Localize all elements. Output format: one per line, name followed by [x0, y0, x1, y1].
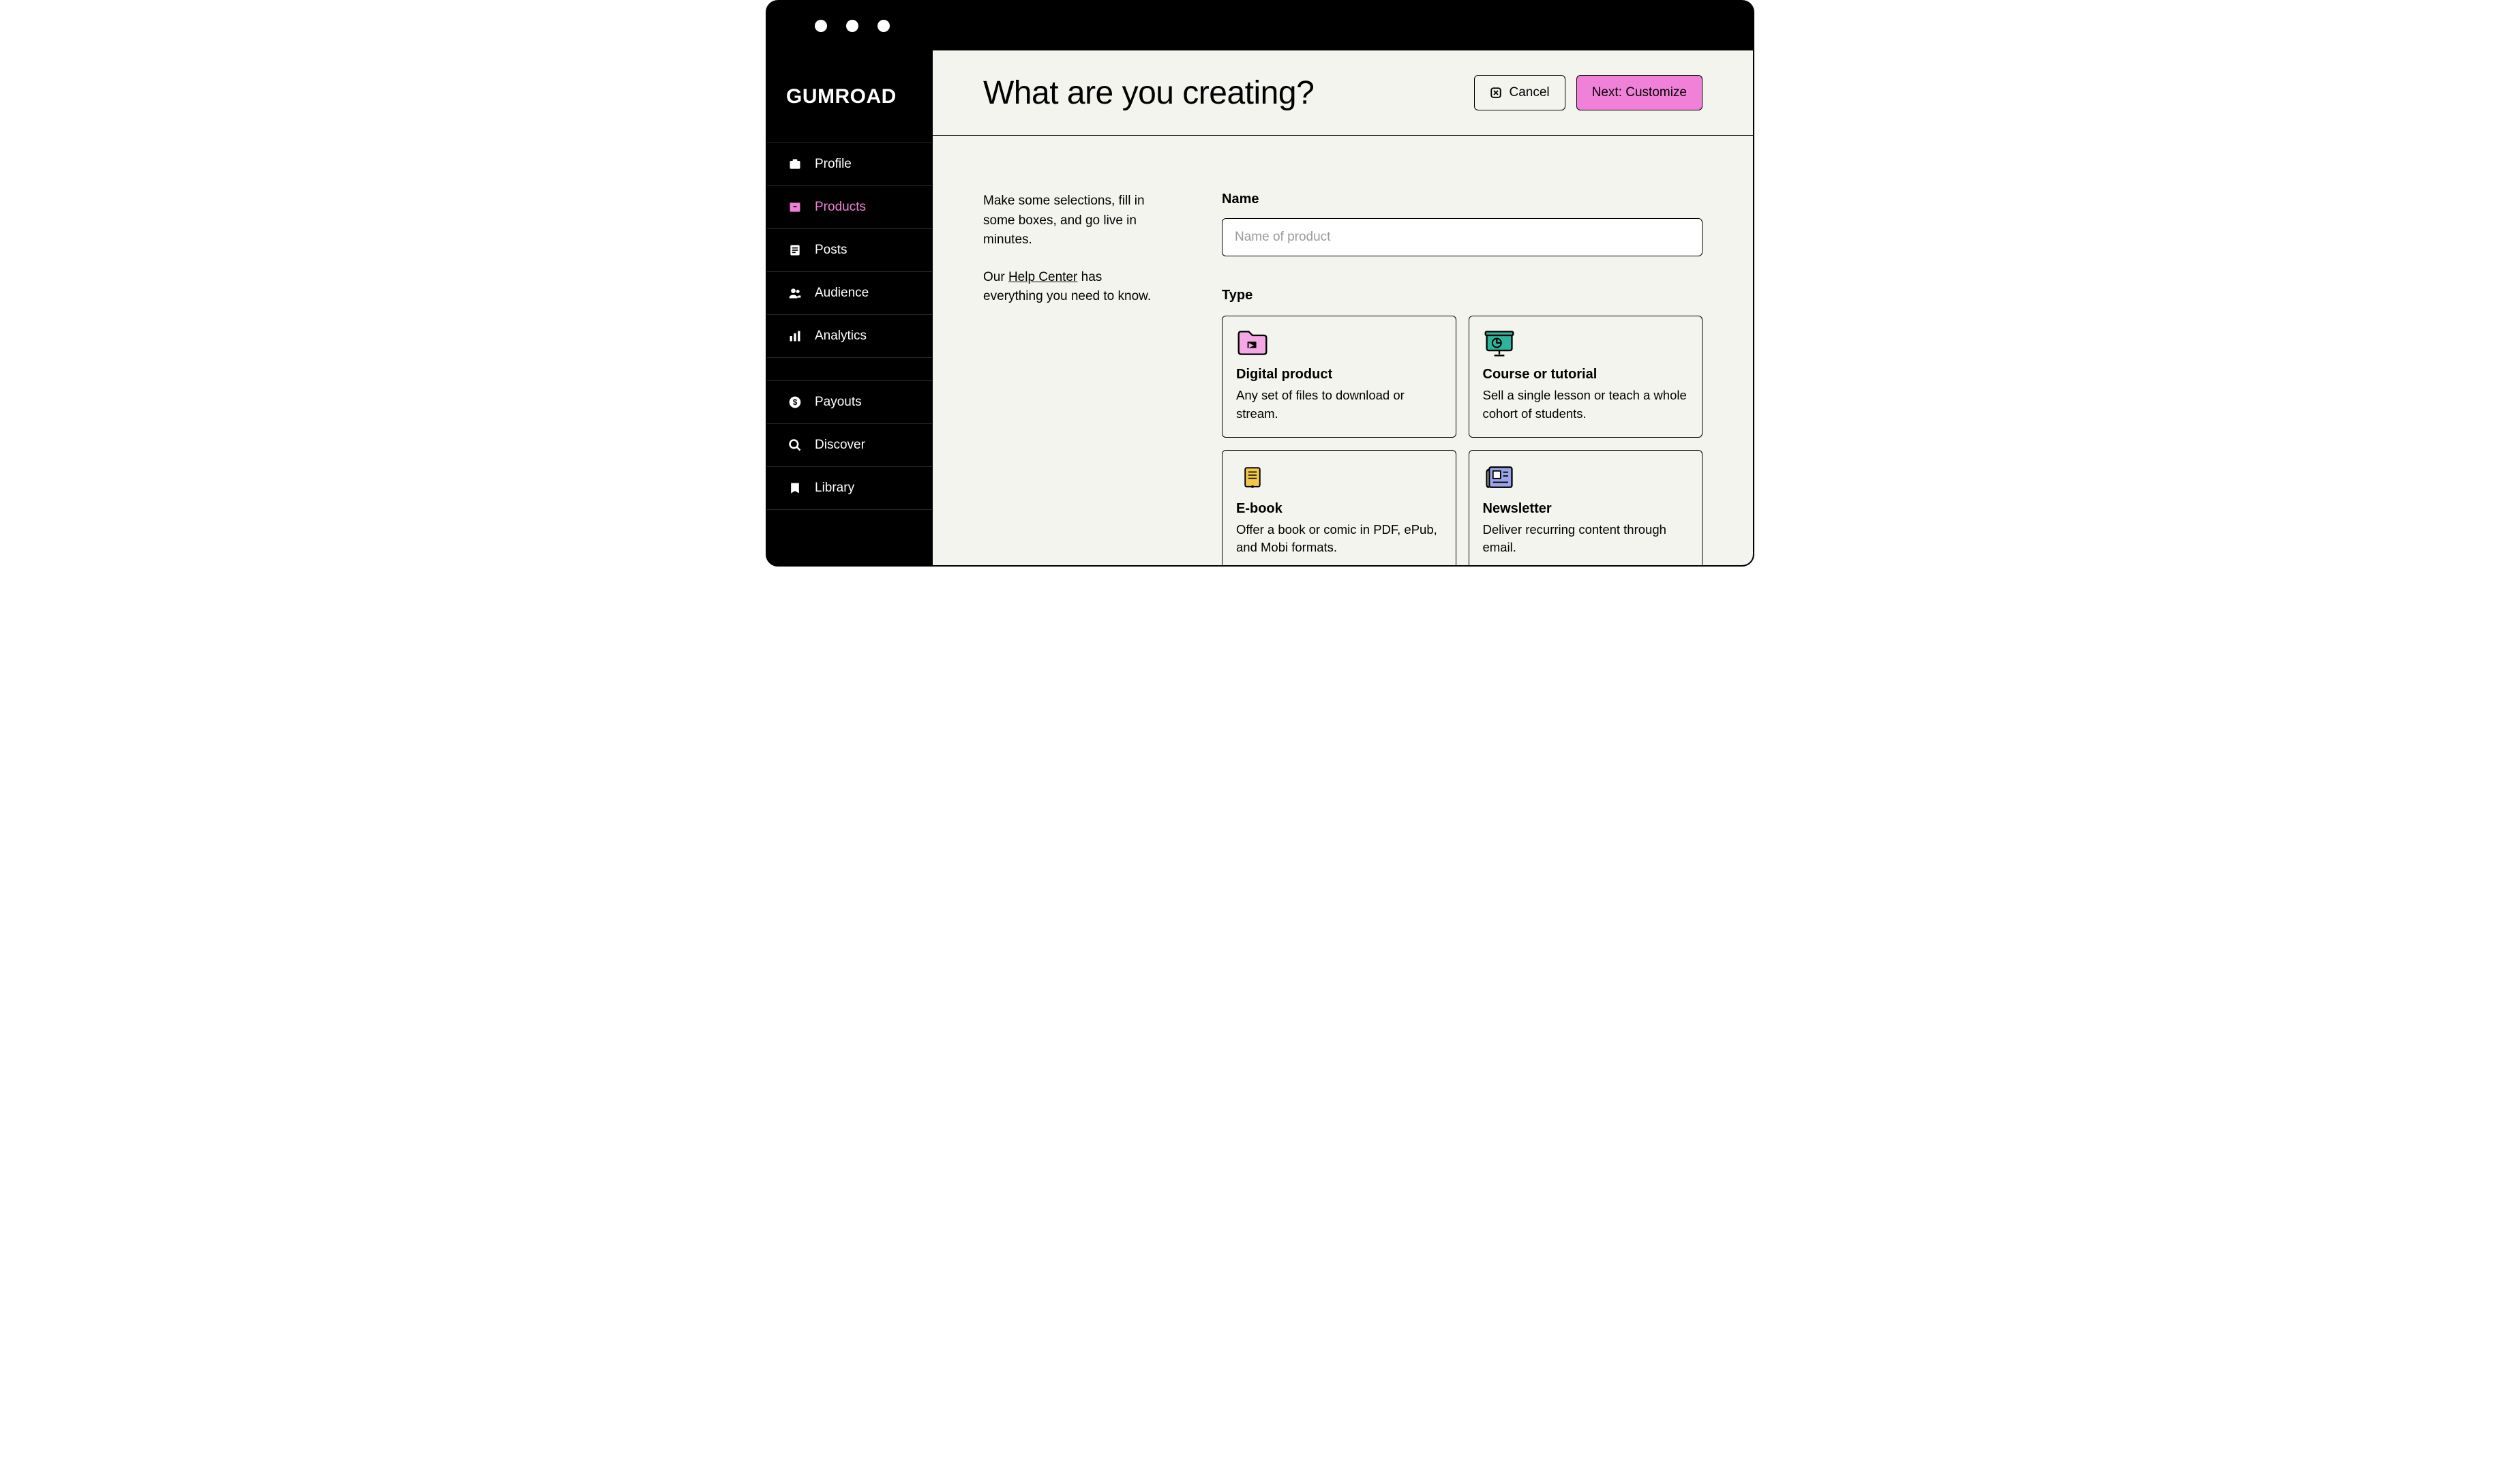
sidebar-item-label: Payouts — [815, 395, 862, 410]
cancel-icon — [1490, 87, 1502, 99]
type-card-course[interactable]: Course or tutorial Sell a single lesson … — [1469, 316, 1703, 438]
help-center-link[interactable]: Help Center — [1008, 270, 1077, 284]
type-card-desc: Sell a single lesson or teach a whole co… — [1483, 387, 1689, 423]
sidebar-nav: Profile Products Posts — [767, 142, 932, 510]
page-title: What are you creating? — [983, 74, 1314, 112]
payouts-icon: $ — [787, 395, 802, 410]
posts-icon — [787, 243, 802, 258]
sidebar-item-analytics[interactable]: Analytics — [767, 315, 932, 358]
analytics-icon — [787, 329, 802, 344]
intro-column: Make some selections, fill in some boxes… — [983, 192, 1160, 565]
header-actions: Cancel Next: Customize — [1474, 75, 1702, 110]
next-customize-button[interactable]: Next: Customize — [1576, 75, 1702, 110]
window-control-zoom[interactable] — [877, 20, 890, 32]
sidebar-item-payouts[interactable]: $ Payouts — [767, 381, 932, 424]
name-field-label: Name — [1222, 192, 1702, 207]
intro-text-2: Our Help Center has everything you need … — [983, 268, 1160, 307]
next-button-label: Next: Customize — [1592, 85, 1687, 100]
brand-logo: GUMROAD — [767, 50, 932, 142]
sidebar-item-posts[interactable]: Posts — [767, 229, 932, 272]
sidebar: GUMROAD Profile Products — [767, 50, 933, 565]
app-window: GUMROAD Profile Products — [766, 0, 1754, 567]
svg-text:$: $ — [793, 398, 798, 407]
type-card-desc: Any set of files to download or stream. — [1236, 387, 1442, 423]
content-area: Make some selections, fill in some boxes… — [933, 136, 1753, 565]
type-card-digital-product[interactable]: Digital product Any set of files to down… — [1222, 316, 1456, 438]
sidebar-item-discover[interactable]: Discover — [767, 424, 932, 467]
window-titlebar — [767, 1, 1753, 50]
type-section: Type Digital product — [1222, 288, 1702, 565]
sidebar-item-label: Products — [815, 200, 866, 215]
sidebar-spacer — [767, 358, 932, 381]
type-field-label: Type — [1222, 288, 1702, 303]
brand-text: GUMROAD — [786, 85, 897, 108]
type-card-title: Course or tutorial — [1483, 367, 1689, 382]
type-card-desc: Offer a book or comic in PDF, ePub, and … — [1236, 521, 1442, 558]
discover-icon — [787, 438, 802, 453]
folder-icon — [1236, 329, 1269, 357]
sidebar-item-profile[interactable]: Profile — [767, 143, 932, 186]
products-icon — [787, 200, 802, 215]
sidebar-item-label: Posts — [815, 243, 847, 258]
type-card-newsletter[interactable]: Newsletter Deliver recurring content thr… — [1469, 450, 1703, 565]
main-content: What are you creating? Cancel Next: Cust… — [933, 50, 1753, 565]
profile-icon — [787, 157, 802, 172]
type-card-title: E-book — [1236, 501, 1442, 517]
sidebar-item-label: Analytics — [815, 329, 867, 344]
type-card-desc: Deliver recurring content through email. — [1483, 521, 1689, 558]
sidebar-item-label: Audience — [815, 286, 869, 301]
cancel-button[interactable]: Cancel — [1474, 75, 1565, 110]
library-icon — [787, 481, 802, 496]
book-icon — [1236, 463, 1269, 492]
presentation-icon — [1483, 329, 1516, 357]
sidebar-item-label: Profile — [815, 157, 852, 172]
cancel-button-label: Cancel — [1509, 85, 1549, 100]
intro-text-1: Make some selections, fill in some boxes… — [983, 192, 1160, 250]
sidebar-item-audience[interactable]: Audience — [767, 272, 932, 315]
sidebar-item-library[interactable]: Library — [767, 467, 932, 510]
sidebar-item-label: Discover — [815, 438, 865, 453]
type-grid: Digital product Any set of files to down… — [1222, 316, 1702, 565]
sidebar-item-products[interactable]: Products — [767, 186, 932, 229]
type-card-title: Newsletter — [1483, 501, 1689, 517]
intro-pre: Our — [983, 270, 1008, 284]
audience-icon — [787, 286, 802, 301]
sidebar-item-label: Library — [815, 481, 854, 496]
page-header: What are you creating? Cancel Next: Cust… — [933, 50, 1753, 136]
type-card-ebook[interactable]: E-book Offer a book or comic in PDF, ePu… — [1222, 450, 1456, 565]
newsletter-icon — [1483, 463, 1516, 492]
product-name-input[interactable] — [1222, 218, 1702, 256]
form-column: Name Type — [1222, 192, 1702, 565]
type-card-title: Digital product — [1236, 367, 1442, 382]
window-control-close[interactable] — [815, 20, 827, 32]
window-control-minimize[interactable] — [846, 20, 858, 32]
